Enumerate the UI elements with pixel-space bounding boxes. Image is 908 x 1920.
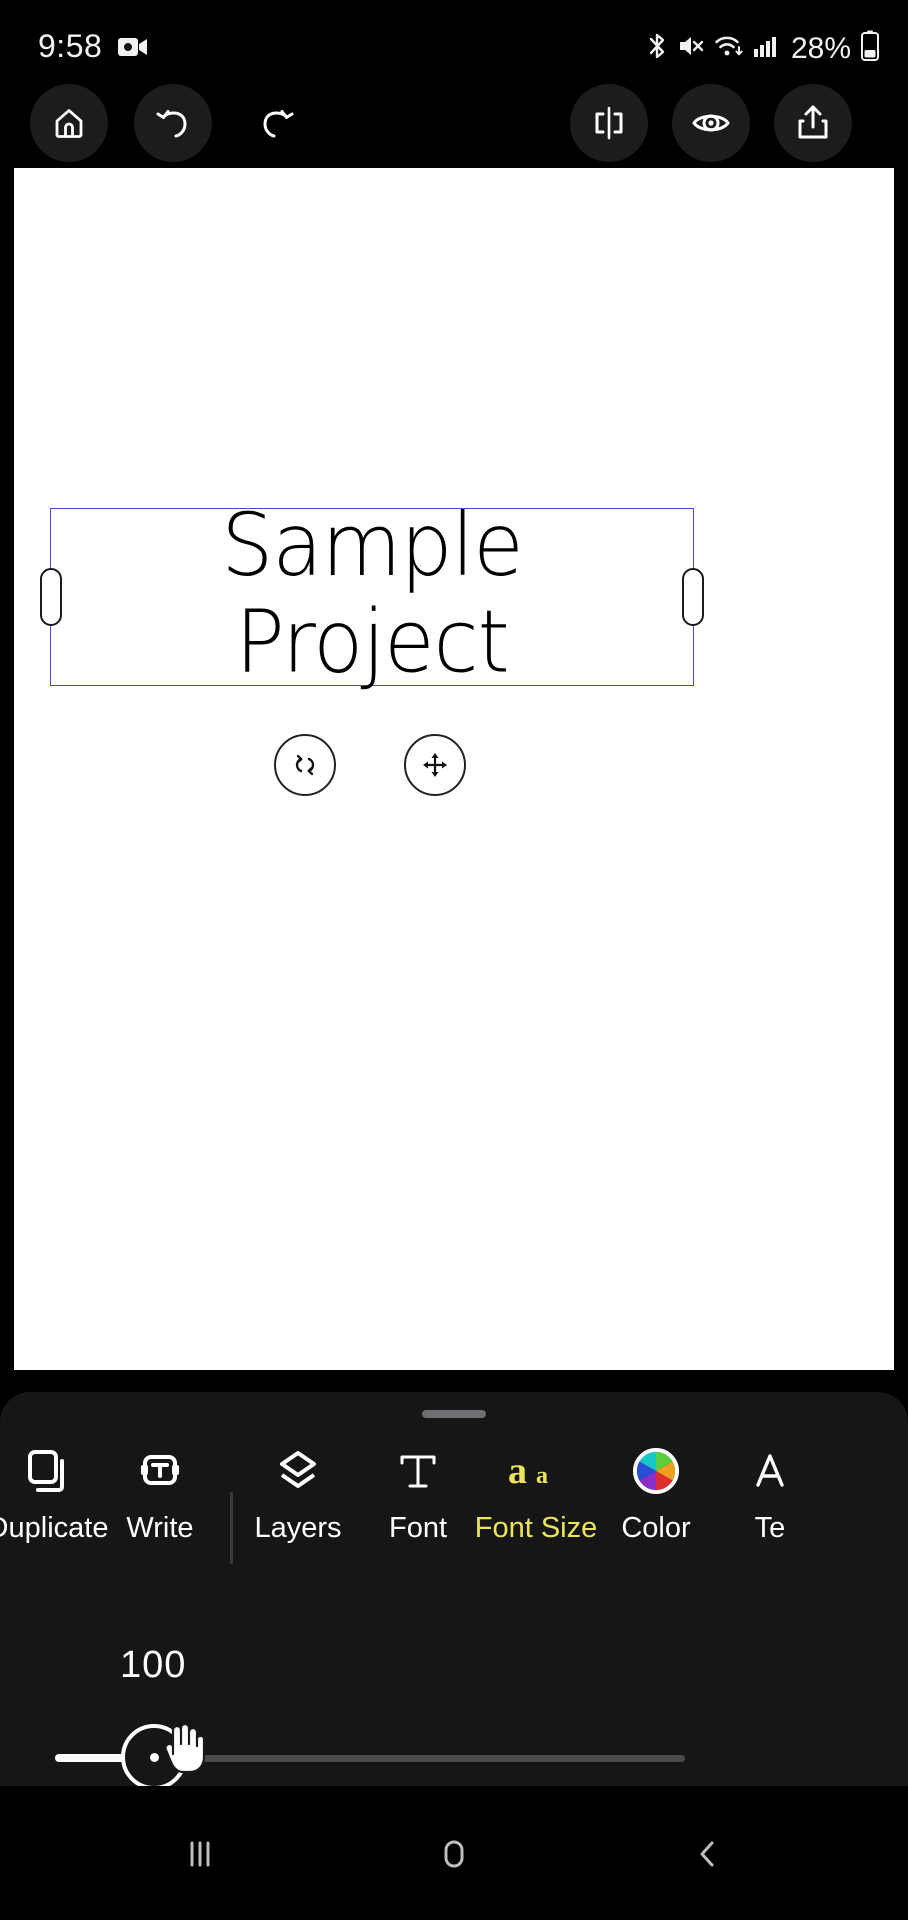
battery-percent-label: 28% [790, 31, 851, 65]
rotate-handle[interactable] [274, 734, 336, 796]
flip-button[interactable] [570, 84, 648, 162]
move-icon [423, 753, 447, 777]
share-upload-icon [798, 105, 828, 139]
layers-icon [272, 1440, 324, 1502]
status-bar: 9:58 28% [0, 0, 908, 78]
rotate-icon [295, 754, 315, 776]
nav-home-button[interactable] [419, 1828, 489, 1880]
tool-row: Duplicate Write [0, 1440, 908, 1570]
tool-font-size[interactable]: a a Font Size [466, 1440, 606, 1545]
preview-button[interactable] [672, 84, 750, 162]
selected-text-object[interactable]: Sample Project [40, 498, 704, 691]
home-icon [55, 109, 83, 138]
app-root: 9:58 28% Sample Project uplicate Write L… [0, 0, 908, 1920]
nav-recents-button[interactable] [165, 1828, 235, 1880]
battery-icon [860, 30, 880, 67]
font-size-icon: a a [504, 1440, 568, 1502]
color-wheel-icon [631, 1440, 681, 1502]
tool-write-label: Write [126, 1512, 194, 1544]
screen-record-icon [118, 36, 148, 63]
text-effect-icon [744, 1440, 796, 1502]
duplicate-icon [22, 1440, 74, 1502]
home-button[interactable] [30, 84, 108, 162]
wifi-icon [714, 33, 744, 64]
status-bar-clock: 9:58 [38, 28, 103, 64]
resize-handle-right[interactable] [682, 568, 704, 626]
nav-home-icon [444, 1840, 464, 1868]
status-bar-icons: 28% [646, 30, 880, 67]
tool-font-size-label: Font Size [474, 1512, 598, 1544]
tool-layers-label: Layers [254, 1512, 342, 1544]
font-size-value: 100 [120, 1644, 187, 1686]
tool-text-effect-label: Te [754, 1512, 786, 1544]
font-size-slider[interactable] [55, 1722, 685, 1790]
font-icon [392, 1440, 444, 1502]
bluetooth-icon [646, 31, 668, 66]
android-navigation-bar [0, 1786, 908, 1920]
slider-thumb-dot [149, 1752, 159, 1762]
text-object-content: Sample Project [221, 496, 523, 693]
eye-icon [692, 114, 730, 132]
nav-back-button[interactable] [673, 1828, 743, 1880]
bottom-tool-panel: Duplicate Write [0, 1392, 908, 1790]
flip-horizontal-icon [595, 106, 623, 140]
move-handle[interactable] [404, 734, 466, 796]
cellular-signal-icon [753, 33, 779, 64]
top-toolbar [0, 78, 908, 168]
tool-color-label: Color [621, 1512, 691, 1544]
cursor-pointer-icon [161, 1714, 209, 1781]
tool-text-effect[interactable]: Te [700, 1440, 840, 1545]
recents-icon [190, 1841, 210, 1867]
tool-layers[interactable]: Layers [228, 1440, 368, 1545]
write-text-icon [134, 1440, 186, 1502]
redo-icon [263, 110, 294, 138]
undo-button[interactable] [134, 84, 212, 162]
panel-drag-handle[interactable] [422, 1410, 486, 1418]
tool-font-label: Font [388, 1512, 448, 1544]
back-icon [700, 1841, 714, 1867]
svg-text:a: a [508, 1450, 527, 1492]
mute-icon [677, 32, 705, 65]
undo-icon [156, 110, 187, 138]
share-button[interactable] [774, 84, 852, 162]
editor-canvas[interactable]: Sample Project [14, 168, 894, 1370]
tool-write[interactable]: Write [90, 1440, 230, 1545]
redo-button[interactable] [238, 84, 316, 162]
svg-text:a: a [536, 1463, 548, 1489]
resize-handle-left[interactable] [40, 568, 62, 626]
